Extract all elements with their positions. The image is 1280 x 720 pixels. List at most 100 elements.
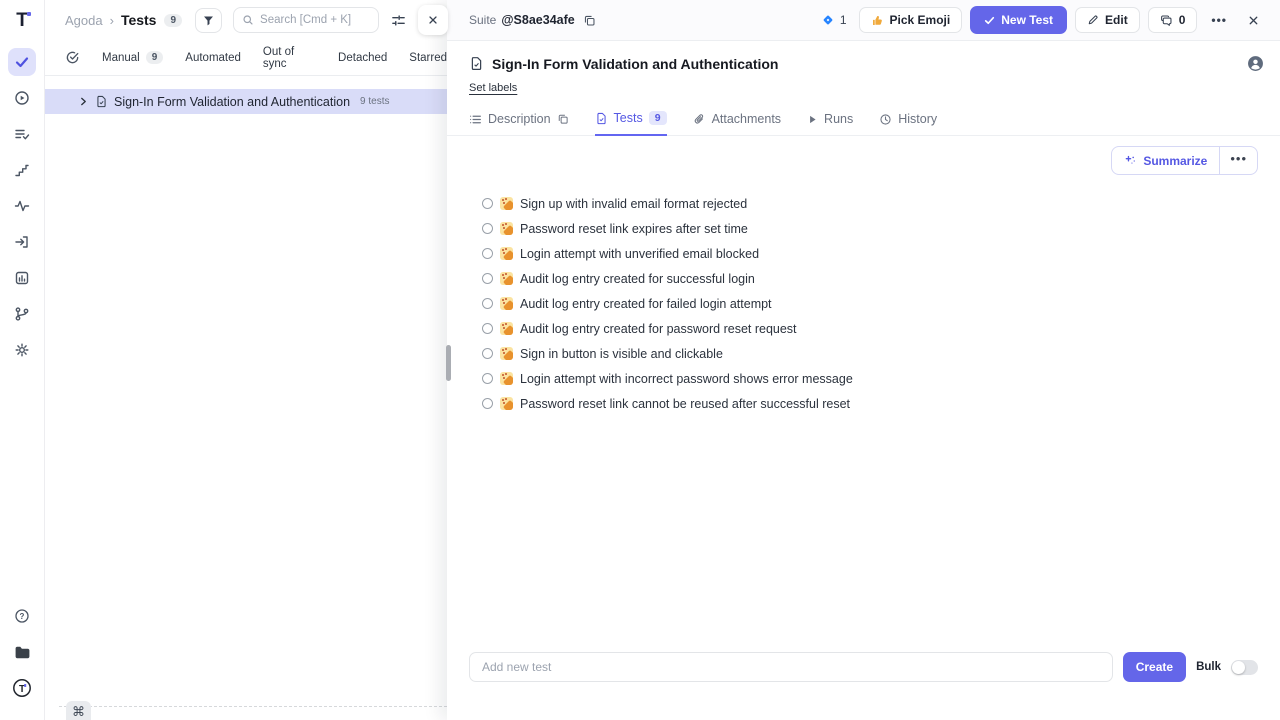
copy-icon bbox=[557, 113, 569, 125]
tab-out-of-sync-label: Out of sync bbox=[263, 46, 316, 70]
jira-link[interactable]: 1 bbox=[821, 13, 847, 27]
tab-runs[interactable]: Runs bbox=[807, 112, 853, 135]
close-detail-button[interactable] bbox=[1241, 9, 1266, 32]
sidebar-item-steps[interactable] bbox=[8, 156, 36, 184]
suite-header: Suite @S8ae34afe 1 Pick Emoji New Test E… bbox=[447, 0, 1280, 41]
test-row[interactable]: Password reset link cannot be reused aft… bbox=[482, 391, 1280, 416]
sidebar-item-profile[interactable]: T bbox=[8, 674, 36, 702]
bar-chart-icon bbox=[14, 270, 30, 286]
gear-icon bbox=[14, 342, 30, 358]
view-settings-button[interactable] bbox=[391, 13, 406, 28]
search-input[interactable] bbox=[260, 14, 370, 26]
pick-emoji-button[interactable]: Pick Emoji bbox=[859, 7, 963, 33]
sidebar-item-test-plans[interactable] bbox=[8, 120, 36, 148]
add-test-input[interactable] bbox=[469, 652, 1113, 682]
test-radio[interactable] bbox=[482, 373, 493, 384]
bulk-toggle[interactable] bbox=[1231, 660, 1258, 675]
app-logo[interactable]: T bbox=[16, 10, 28, 32]
test-title[interactable]: Login attempt with incorrect password sh… bbox=[520, 372, 853, 386]
check-icon bbox=[14, 54, 30, 70]
summarize-row: Summarize ••• bbox=[447, 136, 1280, 175]
test-row[interactable]: Audit log entry created for failed login… bbox=[482, 291, 1280, 316]
test-row[interactable]: Sign in button is visible and clickable bbox=[482, 341, 1280, 366]
sidebar-item-runs[interactable] bbox=[8, 84, 36, 112]
test-title[interactable]: Login attempt with unverified email bloc… bbox=[520, 247, 759, 261]
tab-tests[interactable]: Tests 9 bbox=[595, 111, 667, 136]
test-title[interactable]: Audit log entry created for password res… bbox=[520, 322, 797, 336]
tab-detached-label: Detached bbox=[338, 52, 387, 64]
chevron-right-icon[interactable] bbox=[78, 96, 89, 107]
test-row[interactable]: Login attempt with unverified email bloc… bbox=[482, 241, 1280, 266]
test-row[interactable]: Login attempt with incorrect password sh… bbox=[482, 366, 1280, 391]
comments-count: 0 bbox=[1179, 13, 1186, 27]
party-popper-emoji bbox=[500, 347, 513, 360]
tab-detached[interactable]: Detached bbox=[338, 52, 387, 64]
test-radio[interactable] bbox=[482, 298, 493, 309]
tab-history[interactable]: History bbox=[879, 112, 937, 135]
test-radio[interactable] bbox=[482, 398, 493, 409]
sidebar-item-settings[interactable] bbox=[8, 336, 36, 364]
assignee-button[interactable] bbox=[1247, 55, 1264, 72]
comments-button[interactable]: 0 bbox=[1148, 7, 1198, 33]
sidebar-item-pulse[interactable] bbox=[8, 192, 36, 220]
tab-starred[interactable]: Starred bbox=[409, 52, 447, 64]
tab-manual[interactable]: Manual 9 bbox=[102, 51, 163, 64]
avatar-icon bbox=[1247, 55, 1264, 72]
tab-automated[interactable]: Automated bbox=[185, 52, 241, 64]
test-title[interactable]: Sign in button is visible and clickable bbox=[520, 347, 723, 361]
test-radio[interactable] bbox=[482, 248, 493, 259]
new-test-label: New Test bbox=[1001, 13, 1053, 27]
test-title[interactable]: Password reset link cannot be reused aft… bbox=[520, 397, 850, 411]
test-row[interactable]: Password reset link expires after set ti… bbox=[482, 216, 1280, 241]
new-test-button[interactable]: New Test bbox=[970, 6, 1067, 34]
more-actions-button[interactable]: ••• bbox=[1205, 8, 1233, 32]
test-title[interactable]: Audit log entry created for failed login… bbox=[520, 297, 772, 311]
test-row[interactable]: Audit log entry created for successful l… bbox=[482, 266, 1280, 291]
tab-history-label: History bbox=[898, 112, 937, 126]
tab-description[interactable]: Description bbox=[469, 112, 569, 135]
edit-button[interactable]: Edit bbox=[1075, 7, 1140, 33]
test-radio[interactable] bbox=[482, 223, 493, 234]
search-icon bbox=[242, 14, 254, 26]
sidebar-item-help[interactable]: ? bbox=[8, 602, 36, 630]
test-radio[interactable] bbox=[482, 323, 493, 334]
party-popper-emoji bbox=[500, 222, 513, 235]
sidebar-item-tests[interactable] bbox=[8, 48, 36, 76]
test-row[interactable]: Sign up with invalid email format reject… bbox=[482, 191, 1280, 216]
filter-tabs: Manual 9 Automated Out of sync Detached … bbox=[45, 40, 447, 76]
summarize-more-button[interactable]: ••• bbox=[1219, 147, 1257, 174]
party-popper-emoji bbox=[500, 322, 513, 335]
chat-bubble-icon bbox=[1160, 14, 1173, 27]
search-box[interactable] bbox=[233, 7, 379, 33]
logo-circle-icon: T bbox=[12, 678, 32, 698]
test-radio[interactable] bbox=[482, 198, 493, 209]
suite-file-icon bbox=[95, 95, 108, 108]
test-row[interactable]: Audit log entry created for password res… bbox=[482, 316, 1280, 341]
tab-out-of-sync[interactable]: Out of sync bbox=[263, 46, 316, 70]
sidebar-item-branches[interactable] bbox=[8, 300, 36, 328]
toggle-knob bbox=[1232, 661, 1245, 674]
suite-tree-row[interactable]: Sign-In Form Validation and Authenticati… bbox=[45, 89, 447, 114]
sidebar-item-projects[interactable] bbox=[8, 638, 36, 666]
test-radio[interactable] bbox=[482, 273, 493, 284]
sidebar-item-import[interactable] bbox=[8, 228, 36, 256]
test-title[interactable]: Sign up with invalid email format reject… bbox=[520, 197, 747, 211]
breadcrumb-project[interactable]: Agoda bbox=[65, 13, 103, 28]
select-mode-button[interactable] bbox=[65, 50, 80, 65]
sidebar-item-reports[interactable] bbox=[8, 264, 36, 292]
close-panel-button[interactable] bbox=[418, 5, 448, 35]
test-title[interactable]: Password reset link expires after set ti… bbox=[520, 222, 748, 236]
check-icon bbox=[984, 15, 995, 26]
panel-resize-handle[interactable] bbox=[446, 345, 451, 381]
set-labels-link[interactable]: Set labels bbox=[469, 82, 517, 94]
create-button[interactable]: Create bbox=[1123, 652, 1186, 682]
test-title[interactable]: Audit log entry created for successful l… bbox=[520, 272, 755, 286]
filter-button[interactable] bbox=[195, 8, 222, 33]
copy-suite-id-button[interactable] bbox=[583, 14, 596, 27]
history-clock-icon bbox=[879, 113, 892, 126]
copy-description-button[interactable] bbox=[557, 113, 569, 125]
summarize-button[interactable]: Summarize bbox=[1112, 147, 1219, 174]
tab-attachments[interactable]: Attachments bbox=[693, 112, 781, 135]
top-bar: Agoda › Tests 9 bbox=[45, 0, 447, 40]
test-radio[interactable] bbox=[482, 348, 493, 359]
